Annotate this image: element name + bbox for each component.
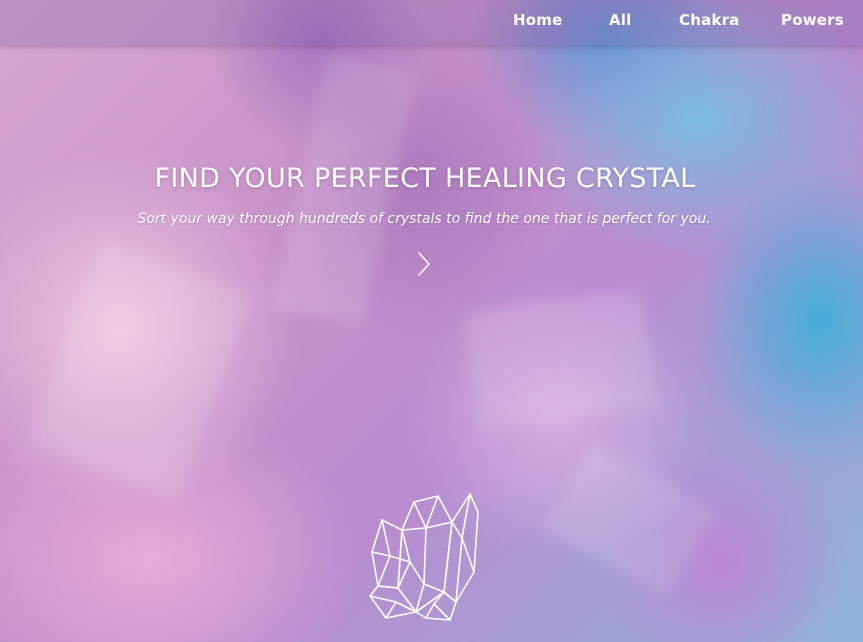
crystal-facet-highlight (462, 288, 658, 432)
hero-title: FIND YOUR PERFECT HEALING CRYSTAL (154, 163, 696, 194)
top-navbar: Home All Chakra Powers (0, 0, 863, 45)
nav-link-all[interactable]: All (609, 11, 632, 29)
chevron-right-icon[interactable] (414, 250, 434, 278)
nav-link-powers[interactable]: Powers (781, 11, 844, 29)
crystal-cluster-icon (368, 492, 480, 622)
crystal-facet-highlight (544, 441, 716, 599)
hero-subtitle: Sort your way through hundreds of crysta… (137, 211, 711, 227)
nav-link-chakra[interactable]: Chakra (679, 11, 740, 29)
nav-link-home[interactable]: Home (513, 11, 562, 29)
crystal-facet-highlight (27, 239, 253, 501)
